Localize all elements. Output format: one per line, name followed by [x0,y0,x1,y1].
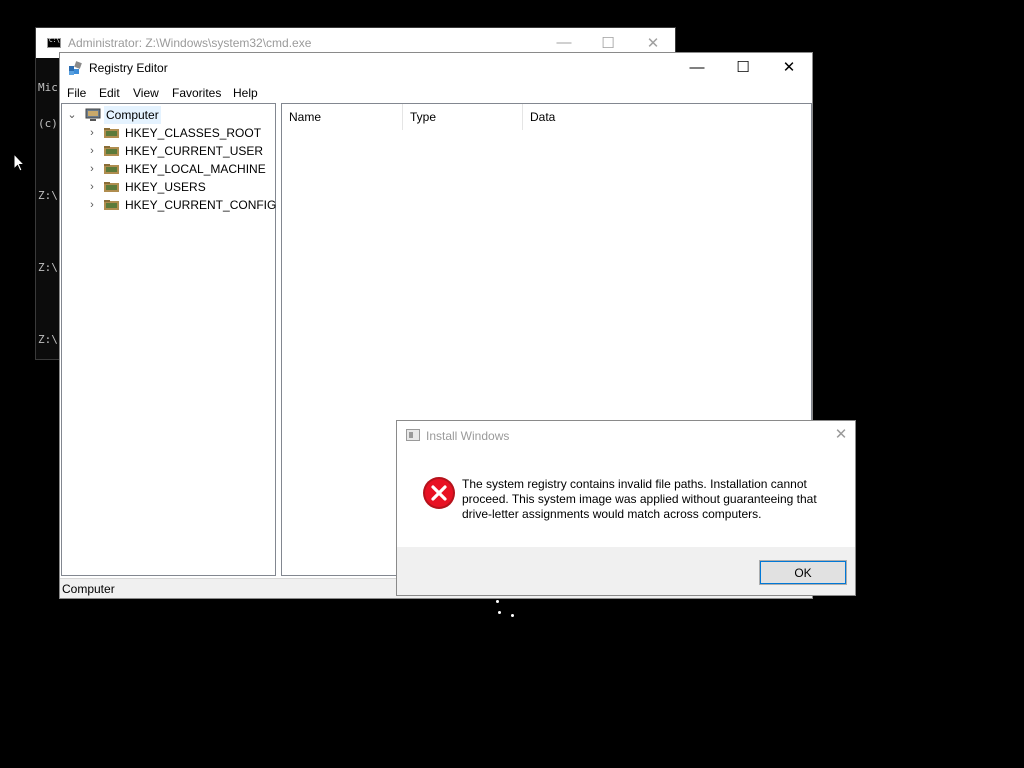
status-text: Computer [62,582,115,596]
folder-icon [104,164,119,174]
dialog-body: The system registry contains invalid fil… [397,449,855,547]
dialog-titlebar[interactable]: Install Windows ✕ [397,421,855,449]
tree-item-hkey-users[interactable]: › HKEY_USERS [62,178,272,196]
folder-icon [104,200,119,210]
folder-icon [104,182,119,192]
menu-edit[interactable]: Edit [99,86,120,100]
tree-item-hkey-classes-root[interactable]: › HKEY_CLASSES_ROOT [62,124,272,142]
tree-item-label: HKEY_CURRENT_CONFIG [125,198,277,212]
tree-item-hkey-current-user[interactable]: › HKEY_CURRENT_USER [62,142,272,160]
chevron-right-icon[interactable]: › [86,160,98,178]
install-windows-dialog[interactable]: Install Windows ✕ The system registry co… [396,420,856,596]
menu-bar: File Edit View Favorites Help [60,83,812,103]
computer-icon [85,108,101,121]
tree-item-computer[interactable]: ⌄ Computer [62,106,272,124]
cmd-close-button[interactable]: ✕ [643,34,663,52]
dialog-message: The system registry contains invalid fil… [462,477,817,521]
tree-item-label: HKEY_LOCAL_MACHINE [125,162,266,176]
chevron-right-icon[interactable]: › [86,196,98,214]
registry-editor-icon [69,61,82,75]
setup-app-icon [406,429,420,441]
registry-tree-pane[interactable]: ⌄ Computer › HKEY_CLASSES_ROOT › HKEY_CU… [61,103,276,576]
column-header-type[interactable]: Type [403,104,523,130]
folder-icon [104,146,119,156]
tree-item-hkey-current-config[interactable]: › HKEY_CURRENT_CONFIG [62,196,276,214]
tree-item-label: HKEY_USERS [125,180,206,194]
tree-item-label: HKEY_CLASSES_ROOT [125,126,262,140]
spinner-dot [511,614,514,617]
cmd-maximize-button[interactable]: ☐ [598,34,618,52]
folder-icon [104,128,119,138]
tree-item-label: Computer [104,106,161,124]
spinner-dot [496,600,499,603]
regedit-minimize-button[interactable]: — [674,56,720,80]
chevron-right-icon[interactable]: › [86,124,98,142]
loading-spinner-icon [492,598,516,620]
tree-item-label: HKEY_CURRENT_USER [125,144,264,158]
regedit-close-button[interactable]: ✕ [766,56,812,80]
mouse-pointer-icon [13,153,25,172]
column-header-data[interactable]: Data [523,104,811,130]
menu-file[interactable]: File [67,86,86,100]
chevron-right-icon[interactable]: › [86,142,98,160]
tree-item-hkey-local-machine[interactable]: › HKEY_LOCAL_MACHINE [62,160,272,178]
registry-editor-title: Registry Editor [89,61,168,75]
dialog-title: Install Windows [426,429,510,443]
column-header-name[interactable]: Name [282,104,403,130]
ok-button[interactable]: OK [759,560,847,585]
menu-help[interactable]: Help [233,86,258,100]
cmd-window-title: Administrator: Z:\Windows\system32\cmd.e… [68,36,312,50]
chevron-down-icon[interactable]: ⌄ [66,106,78,124]
regedit-maximize-button[interactable]: ☐ [720,56,766,80]
dialog-close-button[interactable]: ✕ [831,425,851,443]
menu-favorites[interactable]: Favorites [172,86,221,100]
chevron-right-icon[interactable]: › [86,178,98,196]
error-icon [423,477,455,509]
spinner-dot [498,611,501,614]
cmd-app-icon [47,37,61,48]
menu-view[interactable]: View [133,86,159,100]
cmd-minimize-button[interactable]: — [554,34,574,51]
dialog-footer: OK [397,547,855,595]
